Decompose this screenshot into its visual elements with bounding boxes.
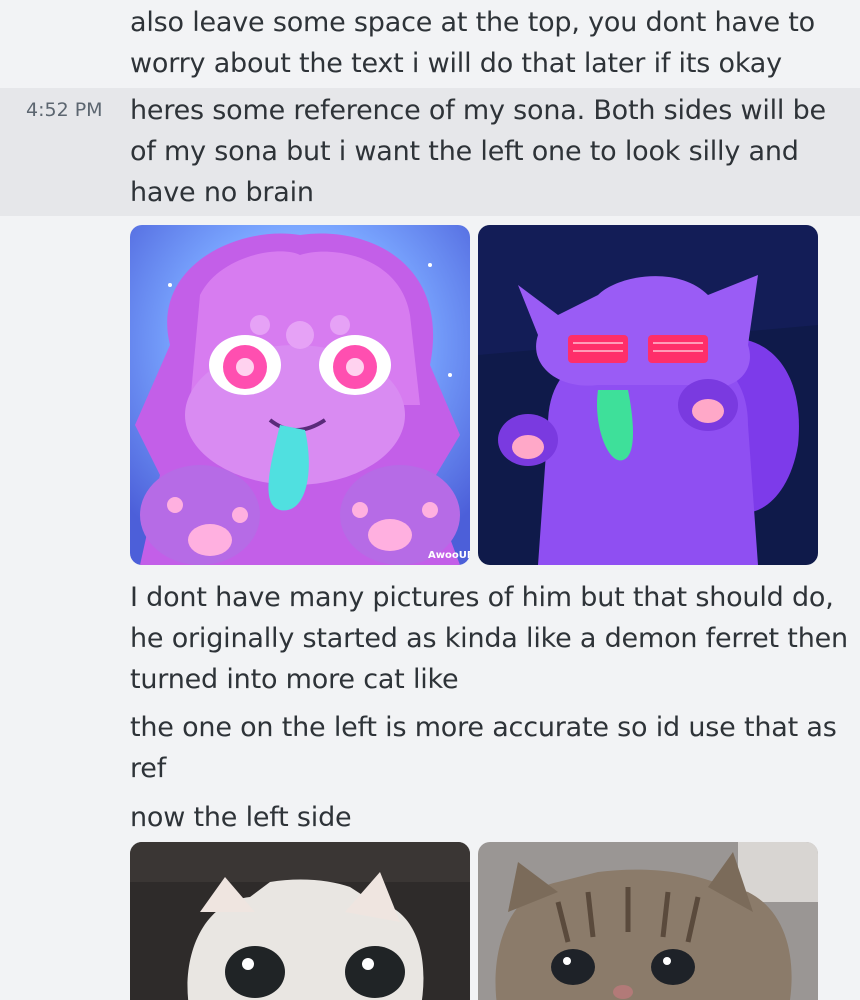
message-line: he originally started as kinda like a de… xyxy=(130,623,848,654)
message-line: heres some reference of my sona. Both si… xyxy=(130,95,826,126)
white-kitten-photo-image xyxy=(130,842,470,1000)
message-timestamp[interactable]: 4:52 PM xyxy=(26,95,103,125)
message-line: also leave some space at the top, you do… xyxy=(130,7,815,38)
artist-signature: AwooUF xyxy=(428,550,470,561)
message-line: have no brain xyxy=(130,177,314,208)
message-text: also leave some space at the top, you do… xyxy=(130,2,820,84)
image-attachment-art-right[interactable] xyxy=(478,225,818,565)
image-attachment-photo-left[interactable] xyxy=(130,842,470,1000)
message-text: the one on the left is more accurate so … xyxy=(130,707,837,789)
message-line: the one on the left is more accurate so … xyxy=(130,712,837,743)
image-attachment-art-left[interactable]: AwooUF xyxy=(130,225,470,565)
message-line: turned into more cat like xyxy=(130,664,459,695)
message-line: I dont have many pictures of him but tha… xyxy=(130,582,834,613)
purple-creature-art-image xyxy=(478,225,818,565)
message-text: I dont have many pictures of him but tha… xyxy=(130,577,848,700)
message-text: heres some reference of my sona. Both si… xyxy=(130,90,826,213)
purple-creature-art-image: AwooUF xyxy=(130,225,470,565)
message-line: of my sona but i want the left one to lo… xyxy=(130,136,799,167)
chat-log: also leave some space at the top, you do… xyxy=(0,0,860,1000)
message-line: ref xyxy=(130,753,167,784)
message-text: now the left side xyxy=(130,797,820,838)
message-line: worry about the text i will do that late… xyxy=(130,48,782,79)
tabby-kitten-photo-image xyxy=(478,842,818,1000)
message-line: now the left side xyxy=(130,802,352,833)
image-attachment-photo-right[interactable] xyxy=(478,842,818,1000)
